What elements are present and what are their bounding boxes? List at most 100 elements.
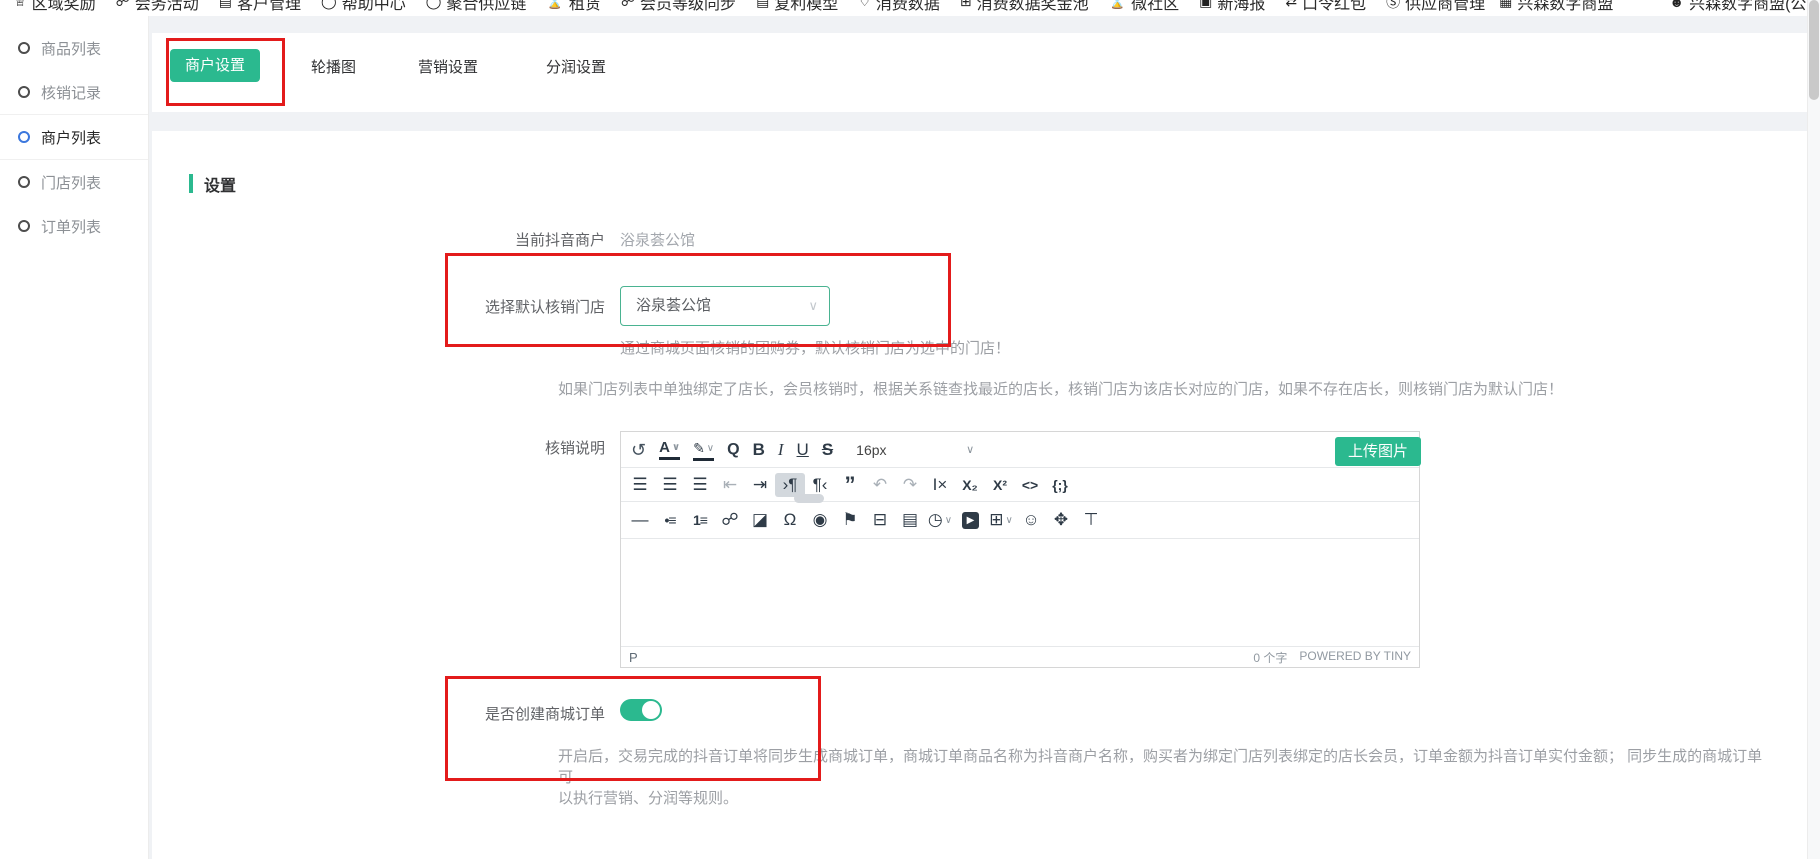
editor-toolbar-row2: ☰☰☰⇤⇥›¶¶‹”↶↷I×X₂X²<>{;} [621, 468, 1419, 502]
strikethrough-icon[interactable]: S [822, 438, 833, 462]
special-char-icon[interactable]: Ω [775, 508, 805, 532]
subscript-icon[interactable]: X₂ [955, 473, 985, 497]
italic-icon[interactable]: I [778, 438, 784, 462]
editor-status-bar: P 0 个字 POWERED BY TINY [621, 646, 1419, 667]
history-icon[interactable]: ↺ [631, 438, 646, 462]
align-left-icon[interactable]: ☰ [625, 473, 655, 497]
highlight-icon[interactable]: ✎∨ [693, 439, 714, 461]
nav-item-区域奖励[interactable]: ♕区域奖励 [14, 0, 96, 14]
create-order-toggle[interactable] [620, 699, 662, 721]
sidebar-item-label: 商品列表 [41, 38, 101, 59]
tab-轮播图[interactable]: 轮播图 [311, 56, 356, 77]
font-color-icon[interactable]: A∨ [659, 439, 680, 460]
font-size-value: 16px [856, 442, 886, 458]
scrollbar-thumb[interactable] [1809, 0, 1819, 100]
nav-item-聚合供应链[interactable]: ◯聚合供应链 [426, 0, 527, 14]
merchant-label: 当前抖音商户 [305, 229, 605, 250]
media-icon[interactable]: ▶ [962, 512, 979, 529]
search-icon[interactable]: Q [727, 438, 739, 462]
align-center-icon[interactable]: ☰ [655, 473, 685, 497]
editor-content-area[interactable] [621, 539, 1419, 646]
order-help-line1: 开启后，交易完成的抖音订单将同步生成商城订单，商城订单商品名称为抖音商户名称，购… [558, 745, 1768, 787]
redo-icon[interactable]: ↷ [895, 473, 925, 497]
preview-eye-icon[interactable]: ◉ [805, 508, 835, 532]
help-circle-icon: ◯ [321, 0, 337, 10]
table-icon[interactable]: ⊞∨ [986, 508, 1016, 533]
sidebar-item-门店列表[interactable]: 门店列表 [0, 160, 148, 204]
nav-item-消费数据奖金池[interactable]: ⊞消费数据奖金池 [960, 0, 1089, 14]
supply-chain-icon: ◯ [426, 0, 442, 10]
sidebar-item-商品列表[interactable]: 商品列表 [0, 26, 148, 70]
underline-icon[interactable]: U [797, 438, 809, 462]
nav-item-帮助中心[interactable]: ◯帮助中心 [321, 0, 406, 14]
chevron-down-icon: ∨ [945, 515, 952, 526]
insert-link-icon[interactable]: ☍ [715, 508, 745, 532]
store-help-line1: 通过商城页面核销的团购券，默认核销门店为选中的门店！ [620, 337, 1010, 358]
account-label: 兴森数字商盟(公众号管理员) [1689, 0, 1820, 14]
blockquote-icon[interactable]: ” [835, 478, 865, 492]
numbered-list-icon[interactable]: 1≡ [685, 508, 715, 532]
dir-rtl-icon[interactable]: ¶‹ [805, 473, 835, 497]
supplier-icon: Ⓢ [1386, 0, 1400, 12]
nav-item-label: 租赁 [569, 0, 601, 14]
codeblock-icon[interactable]: {;} [1045, 473, 1075, 497]
nav-item-供应商管理[interactable]: Ⓢ供应商管理 [1386, 0, 1485, 14]
sidebar-item-商户列表[interactable]: 商户列表 [0, 114, 148, 160]
nav-item-客户管理[interactable]: ▤客户管理 [219, 0, 301, 14]
upload-image-button[interactable]: 上传图片 [1335, 437, 1421, 466]
hourglass-icon: ⌛ [546, 0, 563, 10]
tab-营销设置[interactable]: 营销设置 [418, 56, 478, 77]
clear-format-icon[interactable]: I× [925, 473, 955, 497]
code-icon[interactable]: <> [1015, 473, 1045, 497]
datetime-clock-icon[interactable]: ◷∨ [925, 508, 955, 533]
nav-item-新海报[interactable]: ▣新海报 [1199, 0, 1265, 14]
user-icon: ☻ [1669, 0, 1684, 10]
order-help-line2: 以执行营销、分润等规则。 [558, 787, 738, 808]
nav-item-复利模型[interactable]: ▤复利模型 [756, 0, 838, 14]
horizontal-rule-icon[interactable]: — [625, 508, 655, 532]
dir-ltr-icon[interactable]: ›¶ [775, 473, 805, 497]
radio-circle-icon [18, 131, 30, 143]
community-icon: ⌛ [1109, 0, 1126, 10]
sidebar-item-订单列表[interactable]: 订单列表 [0, 204, 148, 248]
document-icon: ▤ [219, 0, 232, 10]
vertical-scrollbar [1807, 0, 1820, 859]
bookmark-icon[interactable]: ⚑ [835, 508, 865, 532]
bullet-list-icon[interactable]: •≡ [655, 508, 685, 532]
bold-icon[interactable]: B [753, 438, 765, 462]
sidebar-item-核销记录[interactable]: 核销记录 [0, 70, 148, 114]
emoji-icon[interactable]: ☺ [1016, 508, 1046, 532]
fullscreen-icon[interactable]: ✥ [1046, 508, 1076, 532]
account-item[interactable]: ☻ 兴森数字商盟(公众号管理员) [1669, 0, 1820, 14]
nav-item-租赁[interactable]: ⌛ 租赁 [546, 0, 600, 14]
nav-item-会务活动[interactable]: ☍会务活动 [116, 0, 199, 14]
merchant-value: 浴泉荟公馆 [620, 229, 695, 250]
account-item[interactable]: ▦兴森数字商盟 [1499, 0, 1613, 14]
nav-item-口令红包[interactable]: ⇄口令红包 [1285, 0, 1366, 14]
insert-image-icon[interactable]: ◪ [745, 508, 775, 532]
link-icon: ☍ [116, 0, 130, 10]
indent-icon[interactable]: ⇥ [745, 473, 775, 497]
tab-分润设置[interactable]: 分润设置 [546, 56, 606, 77]
tab-商户设置[interactable]: 商户设置 [170, 49, 260, 82]
sidebar-item-label: 核销记录 [41, 82, 101, 103]
page-break-icon[interactable]: ⊟ [865, 508, 895, 532]
default-store-select[interactable]: 浴泉荟公馆 ∨ [620, 286, 830, 326]
align-right-icon[interactable]: ☰ [685, 473, 715, 497]
sync-icon: ☍ [621, 0, 635, 10]
nav-item-消费数据[interactable]: ♢消费数据 [858, 0, 940, 14]
font-size-select[interactable]: 16px∨ [856, 442, 974, 458]
format-painter-icon[interactable]: ⊤ [1076, 508, 1106, 532]
nav-item-会员等级同步[interactable]: ☍ 会员等级同步 [621, 0, 736, 14]
nav-item-微社区[interactable]: ⌛微社区 [1109, 0, 1179, 14]
nav-item-label: 口令红包 [1302, 0, 1366, 14]
print-icon[interactable]: ▤ [895, 508, 925, 532]
editor-element-path: P [629, 650, 638, 665]
toggle-knob [642, 701, 660, 719]
nav-item-label: 会员等级同步 [640, 0, 736, 14]
nav-item-label: 消费数据奖金池 [977, 0, 1089, 14]
outdent-icon[interactable]: ⇤ [715, 473, 745, 497]
undo-icon[interactable]: ↶ [865, 473, 895, 497]
trophy-icon: ♕ [14, 0, 27, 10]
superscript-icon[interactable]: X² [985, 473, 1015, 497]
